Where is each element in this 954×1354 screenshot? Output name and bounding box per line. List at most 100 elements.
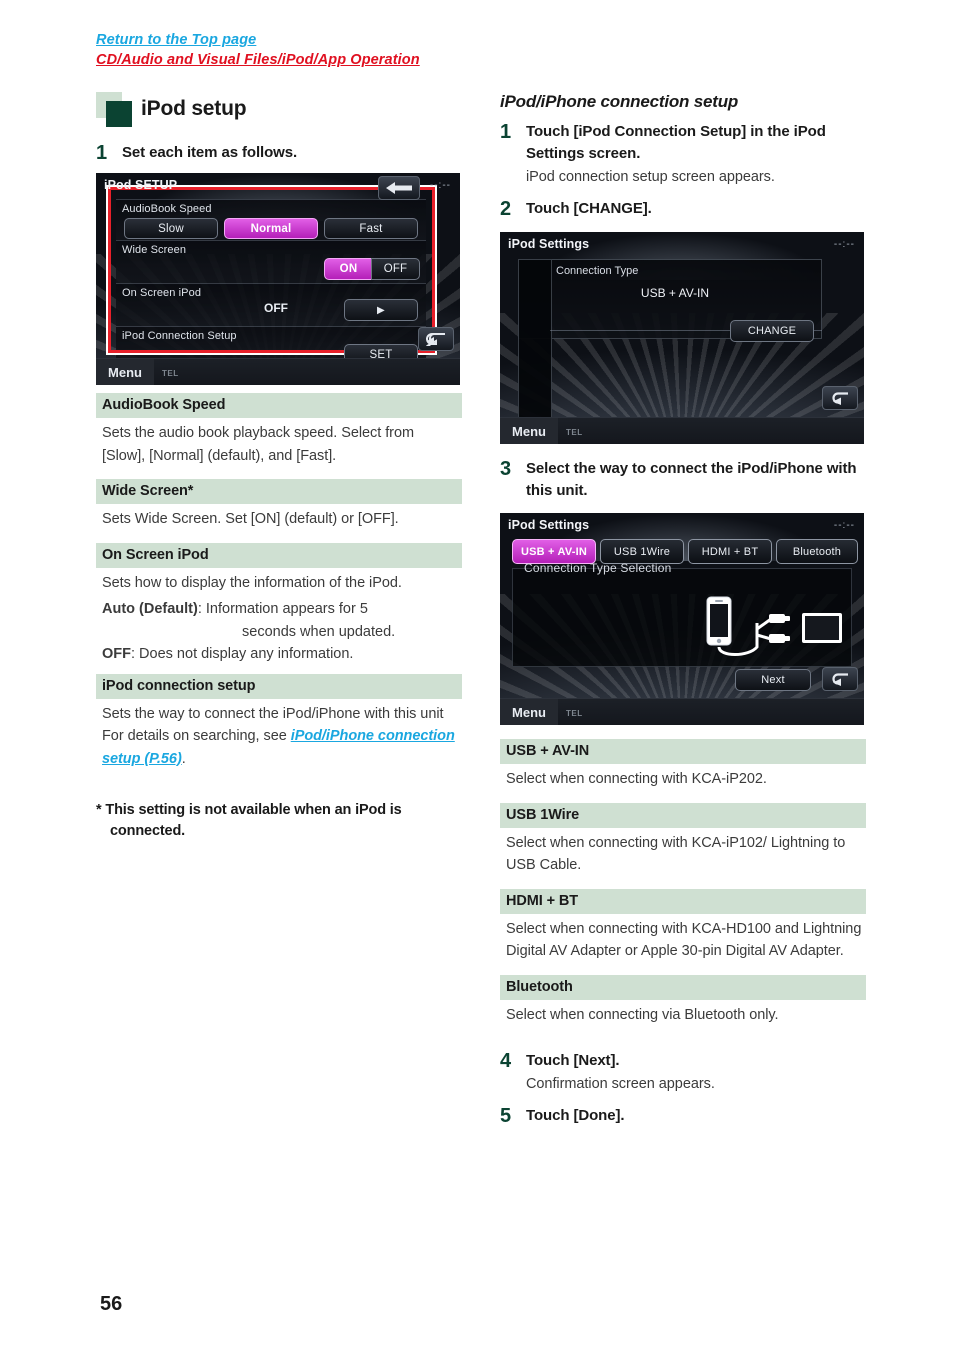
step-1-right-number: 1 xyxy=(500,121,512,143)
screen2-title: iPod Settings xyxy=(508,237,590,251)
def-on-screen-ipod: On Screen iPod Sets how to display the i… xyxy=(96,542,462,666)
screen1-back-arrow-icon[interactable] xyxy=(418,327,454,351)
def-on-screen-ipod-body: Sets how to display the information of t… xyxy=(102,574,402,591)
left-column: 1 Set each item as follows. iPod SETUP -… xyxy=(96,142,462,842)
def-audiobook-speed-body: Sets the audio book playback speed. Sele… xyxy=(102,425,415,464)
screen2-left-rail xyxy=(518,259,552,421)
step-3-right: 3 Select the way to connect the iPod/iPh… xyxy=(500,458,866,502)
screen1-row-audiobook-label: AudioBook Speed xyxy=(122,203,212,215)
def-usb-av-in-term: USB + AV-IN xyxy=(500,739,866,764)
screen1-button-slow[interactable]: Slow xyxy=(124,218,218,239)
screen3-tel-label: TEL xyxy=(566,709,583,718)
step-2-right: 2 Touch [CHANGE]. xyxy=(500,198,866,221)
right-column-subheading: iPod/iPhone connection setup xyxy=(500,92,739,111)
screen3-clock: --:-- xyxy=(833,520,855,531)
screen1-button-fast[interactable]: Fast xyxy=(324,218,418,239)
breadcrumb: Return to the Top page CD/Audio and Visu… xyxy=(96,30,516,70)
screen2-back-arrow-icon[interactable] xyxy=(822,386,858,410)
def-hdmi-bt: HDMI + BT Select when connecting with KC… xyxy=(500,888,866,967)
step-4-right-number: 4 xyxy=(500,1050,512,1072)
step-2-right-number: 2 xyxy=(500,198,512,220)
def-auto-text-cont: seconds when updated. xyxy=(242,623,396,640)
screen2-connection-type-label: Connection Type xyxy=(556,265,639,277)
step-4-right: 4 Touch [Next]. Confirmation screen appe… xyxy=(500,1050,866,1095)
def-usb-1wire-term: USB 1Wire xyxy=(500,802,866,828)
screen3-title: iPod Settings xyxy=(508,518,590,532)
footnote-wide-screen: * This setting is not available when an … xyxy=(96,802,402,839)
step-1-right-title: Touch [iPod Connection Setup] in the iPo… xyxy=(526,123,826,162)
screen1-clock: --:-- xyxy=(429,180,451,191)
screen3-back-arrow-icon[interactable] xyxy=(822,667,858,691)
def-wide-screen: Wide Screen* Sets Wide Screen. Set [ON] … xyxy=(96,479,462,535)
screen1-tel-label: TEL xyxy=(162,369,179,378)
def-conn-post: . xyxy=(181,750,186,767)
step-1-left: 1 Set each item as follows. xyxy=(96,142,462,165)
page-title: iPod setup xyxy=(96,92,247,127)
heading-square-dark-icon xyxy=(106,101,132,127)
def-wide-screen-term: Wide Screen* xyxy=(96,479,462,504)
def-auto-label: Auto (Default) xyxy=(102,601,198,617)
step-1-title: Set each item as follows. xyxy=(122,144,298,161)
def-ipod-connection-setup-term: iPod connection setup xyxy=(96,673,462,699)
step-3-right-number: 3 xyxy=(500,458,512,480)
screen1-button-normal[interactable]: Normal xyxy=(224,218,318,239)
step-1-right: 1 Touch [iPod Connection Setup] in the i… xyxy=(500,121,866,188)
screen1-button-on[interactable]: ON xyxy=(324,258,373,280)
breadcrumb-top-link[interactable]: Return to the Top page xyxy=(96,30,516,50)
screen3-panel-label: Connection Type Selection xyxy=(524,561,672,575)
def-ipod-connection-setup: iPod connection setup Sets the way to co… xyxy=(96,673,462,775)
screen3-menu-button[interactable]: Menu xyxy=(500,699,558,725)
step-1-right-note: iPod connection setup screen appears. xyxy=(526,169,775,185)
screen1-back-arrow-top-icon[interactable] xyxy=(378,176,420,200)
screen1-button-next-arrow-icon[interactable]: ▶ xyxy=(344,299,418,321)
def-hdmi-bt-body: Select when connecting with KCA-HD100 an… xyxy=(506,920,862,960)
screen3-next-button[interactable]: Next xyxy=(735,669,811,691)
device-screenshot-ipod-settings-connection: iPod Settings --:-- Connection Type USB … xyxy=(500,232,864,444)
def-bluetooth-term: Bluetooth xyxy=(500,974,866,1000)
screen1-menu-button[interactable]: Menu xyxy=(96,359,154,385)
step-2-right-title: Touch [CHANGE]. xyxy=(526,200,652,217)
page-number: 56 xyxy=(100,1293,123,1315)
step-3-right-title: Select the way to connect the iPod/iPhon… xyxy=(526,460,857,499)
def-usb-av-in: USB + AV-IN Select when connecting with … xyxy=(500,739,866,795)
step-5-right-number: 5 xyxy=(500,1105,512,1127)
screen3-tab-hdmi-bt[interactable]: HDMI + BT xyxy=(688,539,772,564)
def-hdmi-bt-term: HDMI + BT xyxy=(500,888,866,914)
step-4-right-title: Touch [Next]. xyxy=(526,1052,620,1069)
device-screenshot-ipod-setup: iPod SETUP --:-- AudioBook Speed Slow No… xyxy=(96,173,460,385)
screen1-value-on-screen-ipod: OFF xyxy=(264,301,288,315)
def-on-screen-ipod-term: On Screen iPod xyxy=(96,542,462,568)
def-ipod-connection-setup-body: Sets the way to connect the iPod/iPhone … xyxy=(96,699,462,775)
def-usb-av-in-body: Select when connecting with KCA-iP202. xyxy=(506,771,767,787)
def-wide-screen-body: Sets Wide Screen. Set [ON] (default) or … xyxy=(102,511,399,527)
manual-page: Return to the Top page CD/Audio and Visu… xyxy=(0,0,954,1354)
screen1-title: iPod SETUP xyxy=(104,178,178,192)
def-audiobook-speed: AudioBook Speed Sets the audio book play… xyxy=(96,393,462,471)
step-5-right: 5 Touch [Done]. xyxy=(500,1105,866,1128)
screen2-clock: --:-- xyxy=(833,239,855,250)
def-off-label: OFF xyxy=(102,646,131,662)
device-screenshot-connection-type-selection: iPod Settings --:-- USB + AV-IN USB 1Wir… xyxy=(500,513,864,725)
screen1-row-connsetup-label: iPod Connection Setup xyxy=(122,330,237,342)
page-title-label: iPod setup xyxy=(141,97,247,120)
step-5-right-title: Touch [Done]. xyxy=(526,1107,625,1124)
def-auto-text: : Information appears for 5 xyxy=(197,601,368,617)
screen2-connection-type-value: USB + AV-IN xyxy=(640,286,710,300)
def-bluetooth-body: Select when connecting via Bluetooth onl… xyxy=(506,1006,779,1023)
screen1-button-off[interactable]: OFF xyxy=(371,258,420,280)
screen3-tab-bluetooth[interactable]: Bluetooth xyxy=(776,539,858,564)
def-on-screen-ipod-off: OFF: Does not display any information. xyxy=(96,643,462,666)
def-on-screen-ipod-auto: Auto (Default): Information appears for … xyxy=(96,598,462,643)
screen1-row-onscreenipod-label: On Screen iPod xyxy=(122,287,202,299)
screen3-connection-diagram-icon xyxy=(706,596,842,656)
def-off-text: : Does not display any information. xyxy=(131,646,354,662)
screen2-menu-button[interactable]: Menu xyxy=(500,418,558,444)
step-1-number: 1 xyxy=(96,142,108,164)
breadcrumb-section-link[interactable]: CD/Audio and Visual Files/iPod/App Opera… xyxy=(96,50,516,70)
def-bluetooth: Bluetooth Select when connecting via Blu… xyxy=(500,974,866,1031)
screen2-change-button[interactable]: CHANGE xyxy=(730,320,814,342)
step-4-right-note: Confirmation screen appears. xyxy=(526,1076,715,1092)
def-usb-1wire: USB 1Wire Select when connecting with KC… xyxy=(500,802,866,881)
right-column: iPod/iPhone connection setup 1 Touch [iP… xyxy=(500,92,866,1130)
def-audiobook-speed-term: AudioBook Speed xyxy=(96,393,462,418)
